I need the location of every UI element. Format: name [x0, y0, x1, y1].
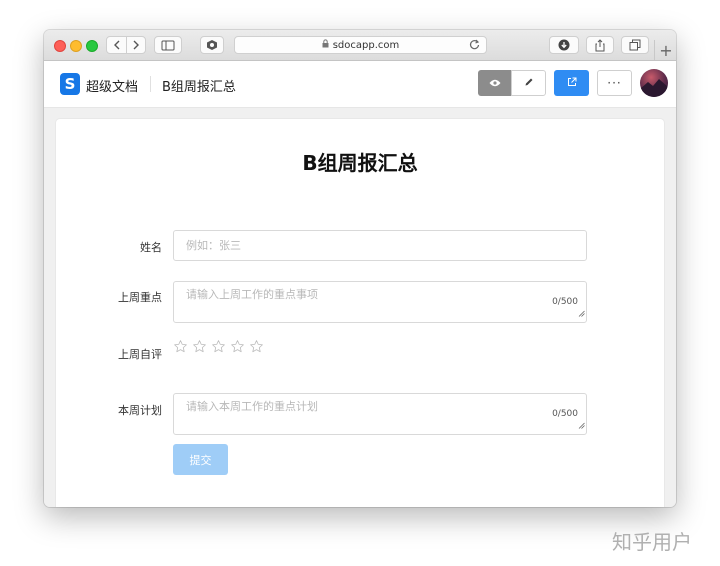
browser-toolbar: sdocapp.com +: [44, 30, 676, 61]
resize-handle-icon[interactable]: [578, 307, 585, 321]
star-icon[interactable]: [230, 339, 245, 354]
url-text: sdocapp.com: [332, 39, 400, 51]
char-counter: 0/500: [552, 409, 578, 419]
name-label: 姓名: [140, 241, 162, 254]
tabs-icon: [629, 39, 641, 51]
back-forward-buttons[interactable]: [106, 36, 146, 54]
external-link-icon: [567, 76, 577, 90]
form-card: B组周报汇总 姓名 例如：张三 上周重点 请输入上周工作的重点事项 0/500 …: [56, 119, 664, 507]
more-button[interactable]: ···: [597, 70, 632, 96]
self-rating-label: 上周自评: [118, 348, 162, 361]
submit-label: 提交: [189, 453, 212, 467]
watermark: 知乎用户: [612, 530, 692, 554]
app-logo[interactable]: S: [60, 73, 80, 95]
pencil-icon: [524, 76, 534, 90]
back-arrow-icon[interactable]: [110, 39, 124, 51]
char-counter: 0/500: [552, 297, 578, 307]
content-area: B组周报汇总 姓名 例如：张三 上周重点 请输入上周工作的重点事项 0/500 …: [44, 108, 676, 507]
avatar-image: [640, 79, 668, 97]
star-icon[interactable]: [211, 339, 226, 354]
share-form-button[interactable]: [554, 70, 589, 96]
star-icon[interactable]: [192, 339, 207, 354]
more-icon: ···: [607, 76, 622, 90]
this-week-plan-placeholder: 请输入本周工作的重点计划: [186, 400, 318, 413]
plus-icon: +: [659, 40, 673, 60]
sidebar-icon: [161, 40, 175, 51]
share-icon: [594, 38, 606, 52]
last-week-focus-label: 上周重点: [118, 291, 162, 304]
header-divider: [150, 76, 151, 92]
name-input[interactable]: 例如：张三: [173, 230, 587, 261]
lock-icon: [322, 39, 329, 51]
minimize-window-button[interactable]: [70, 40, 82, 52]
last-week-focus-textarea[interactable]: 请输入上周工作的重点事项 0/500: [173, 281, 587, 323]
resize-handle-icon[interactable]: [578, 419, 585, 433]
document-title: B组周报汇总: [162, 80, 236, 95]
tabs-button[interactable]: [621, 36, 649, 54]
shield-icon: [206, 39, 218, 51]
star-icon[interactable]: [249, 339, 264, 354]
preview-button[interactable]: [478, 70, 512, 96]
user-avatar[interactable]: [640, 69, 668, 97]
download-icon: [558, 39, 570, 51]
reload-icon[interactable]: [469, 39, 480, 53]
star-rating[interactable]: [173, 339, 264, 354]
close-window-button[interactable]: [54, 40, 66, 52]
edit-button[interactable]: [511, 70, 546, 96]
button-divider: [125, 37, 127, 53]
last-week-focus-placeholder: 请输入上周工作的重点事项: [186, 288, 318, 301]
this-week-plan-textarea[interactable]: 请输入本周工作的重点计划 0/500: [173, 393, 587, 435]
extension-button[interactable]: [200, 36, 224, 54]
app-header: S 超级文档 B组周报汇总 ···: [44, 61, 676, 108]
eye-icon: [489, 76, 501, 90]
forward-arrow-icon[interactable]: [129, 39, 143, 51]
logo-letter: S: [64, 75, 76, 93]
browser-window: sdocapp.com + S 超级文档 B组周报汇总 ··· B组周报汇总 姓…: [44, 30, 676, 507]
submit-button[interactable]: 提交: [173, 444, 228, 475]
new-tab-button[interactable]: +: [654, 40, 676, 60]
brand-name[interactable]: 超级文档: [86, 76, 138, 95]
address-bar[interactable]: sdocapp.com: [234, 36, 487, 54]
name-placeholder: 例如：张三: [186, 239, 241, 252]
form-title: B组周报汇总: [302, 151, 418, 175]
share-button[interactable]: [586, 36, 614, 54]
zoom-window-button[interactable]: [86, 40, 98, 52]
downloads-button[interactable]: [549, 36, 579, 54]
star-icon[interactable]: [173, 339, 188, 354]
sidebar-toggle-button[interactable]: [154, 36, 182, 54]
this-week-plan-label: 本周计划: [118, 404, 162, 417]
